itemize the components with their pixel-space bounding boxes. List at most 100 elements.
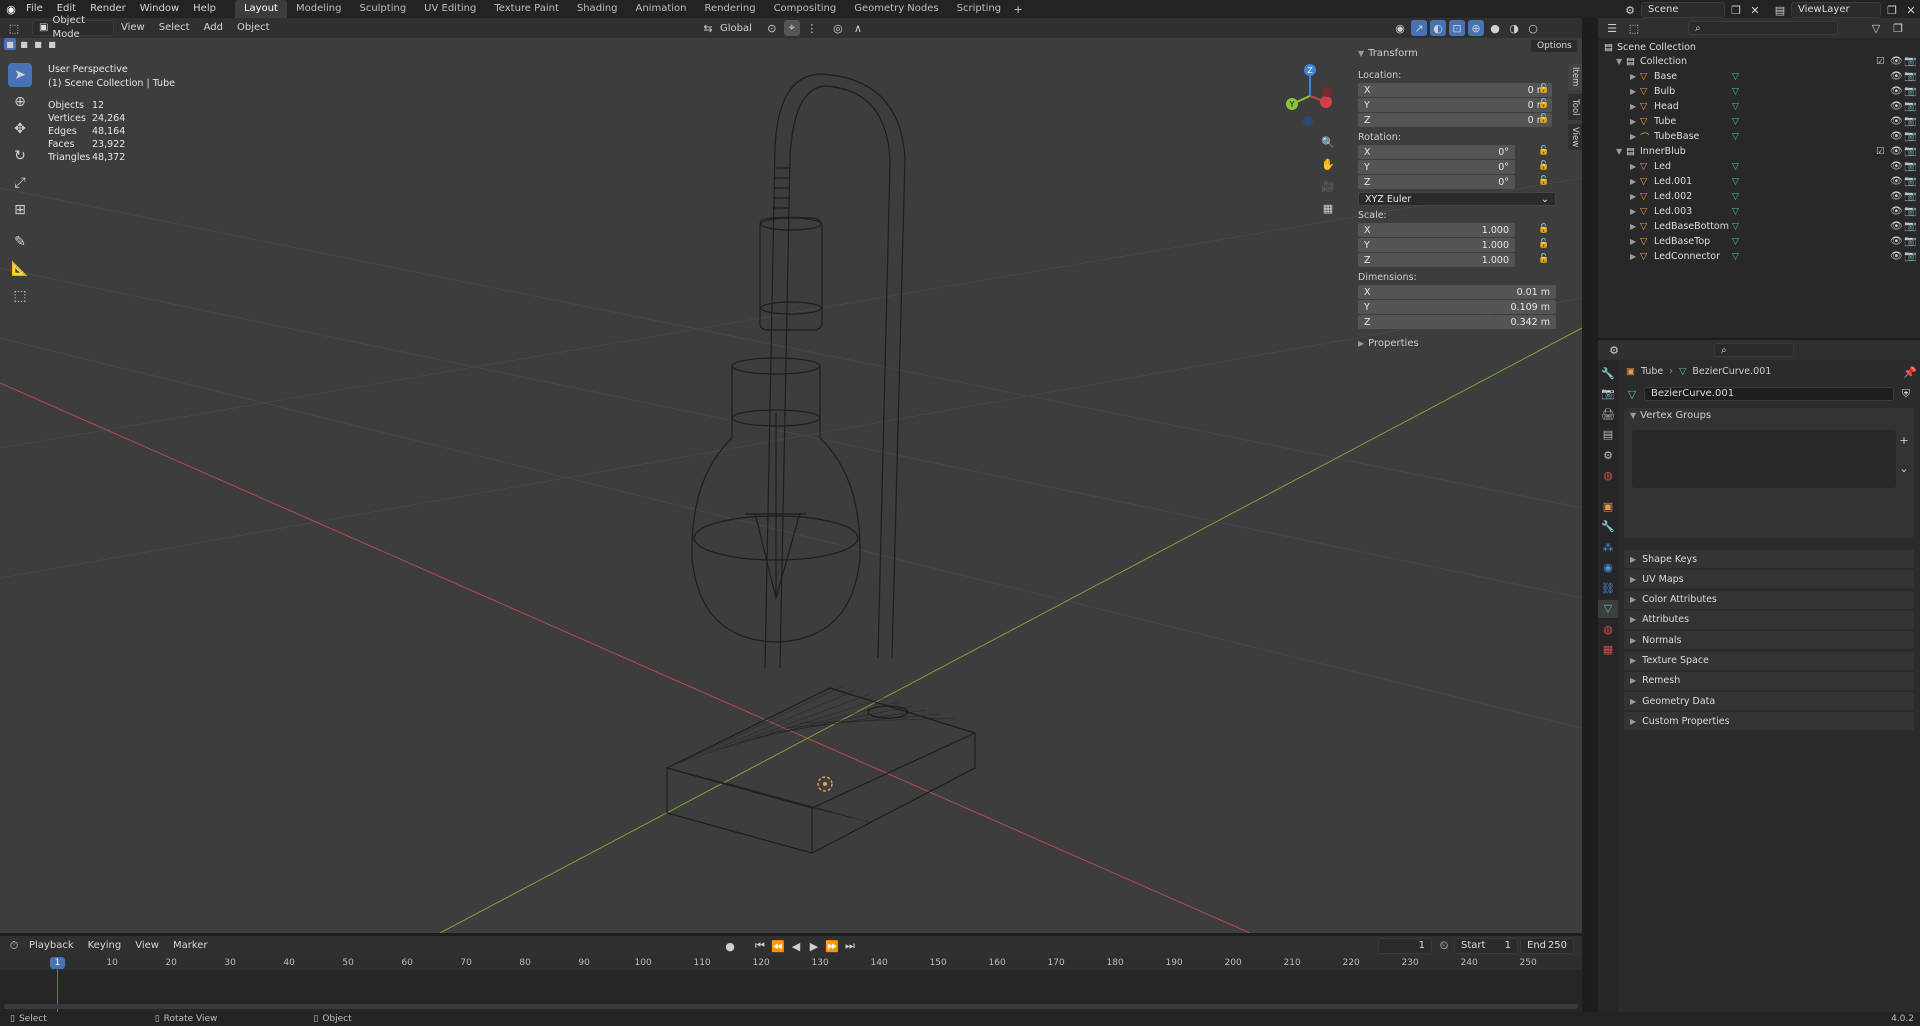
vertex-groups-list[interactable] bbox=[1632, 430, 1896, 488]
rotation-z-field[interactable]: Z 0° bbox=[1358, 175, 1515, 189]
display-mode-icon[interactable]: ⬚ bbox=[1626, 20, 1642, 36]
physics-icon[interactable]: ◉ bbox=[1598, 559, 1618, 577]
property-section[interactable]: ▶ Color Attributes bbox=[1624, 590, 1914, 609]
start-frame-field[interactable]: Start 1 bbox=[1454, 938, 1518, 954]
snap-icon[interactable]: ⌖ bbox=[783, 20, 800, 36]
data-name-field[interactable]: BezierCurve.001 bbox=[1644, 387, 1894, 401]
zoom-icon[interactable]: 🔍 bbox=[1320, 134, 1336, 150]
editor-type-icon[interactable]: ☰ bbox=[1604, 20, 1620, 36]
object-icon[interactable]: ▣ bbox=[1598, 497, 1618, 515]
mesh-data-icon[interactable]: ▽ bbox=[1732, 87, 1739, 97]
play-icon[interactable]: ▶ bbox=[806, 938, 822, 954]
menu-keying[interactable]: Keying bbox=[81, 937, 129, 955]
current-frame-field[interactable]: 1 bbox=[1378, 938, 1432, 954]
chevron-down-icon[interactable]: ▼ bbox=[1616, 57, 1626, 66]
particles-icon[interactable]: ⁂ bbox=[1598, 538, 1618, 556]
jump-start-icon[interactable]: ⏮ bbox=[752, 938, 768, 954]
property-section[interactable]: ▶ Normals bbox=[1624, 631, 1914, 650]
remove-scene-icon[interactable]: ✕ bbox=[1747, 2, 1763, 18]
measure-tool-icon[interactable]: 📐 bbox=[8, 257, 32, 281]
lock-icon[interactable]: 🔓 bbox=[1538, 254, 1549, 264]
end-frame-field[interactable]: End 250 bbox=[1520, 938, 1574, 954]
material-shading-icon[interactable]: ◑ bbox=[1506, 20, 1522, 36]
eye-icon[interactable]: 👁 bbox=[1890, 206, 1903, 217]
fake-user-shield-icon[interactable]: ⛨ bbox=[1898, 386, 1914, 402]
xray-icon[interactable]: ⊡ bbox=[1449, 20, 1465, 36]
select-mode-invert-icon[interactable]: ■ bbox=[46, 38, 58, 50]
camera-icon[interactable]: 📷 bbox=[1904, 71, 1916, 82]
property-section[interactable]: ▶ UV Maps bbox=[1624, 570, 1914, 589]
rotation-mode-dropdown[interactable]: XYZ Euler ⌄ bbox=[1358, 192, 1556, 206]
mesh-data-icon[interactable]: ▽ bbox=[1732, 207, 1739, 217]
remove-view-layer-icon[interactable]: ✕ bbox=[1903, 2, 1919, 18]
proportional-edit-icon[interactable]: ◎ bbox=[830, 20, 846, 36]
location-z-field[interactable]: Z0 m bbox=[1358, 113, 1552, 127]
next-keyframe-icon[interactable]: ⏩ bbox=[824, 938, 840, 954]
outliner-row[interactable]: ▶ ▽ Led.001 ▽ 👁 📷 bbox=[1598, 174, 1920, 189]
outliner-row[interactable]: ▶ ▽ LedBaseTop ▽ 👁 📷 bbox=[1598, 234, 1920, 249]
mesh-data-icon[interactable]: ▽ bbox=[1732, 222, 1739, 232]
camera-icon[interactable]: 📷 bbox=[1904, 56, 1916, 67]
lock-icon[interactable]: 🔓 bbox=[1538, 84, 1549, 94]
tab-scripting[interactable]: Scripting bbox=[948, 0, 1010, 18]
checkbox-icon[interactable]: ☑ bbox=[1876, 146, 1885, 157]
camera-icon[interactable]: 📷 bbox=[1904, 161, 1916, 172]
dropdown-icon[interactable]: ⌄ bbox=[1896, 460, 1912, 476]
record-icon[interactable]: ● bbox=[722, 938, 738, 954]
editor-type-icon[interactable]: ⬚ bbox=[6, 20, 22, 36]
play-reverse-icon[interactable]: ◀ bbox=[788, 938, 804, 954]
properties-panel-header[interactable]: ▶ Properties bbox=[1358, 338, 1419, 349]
curve-data-icon[interactable]: ▽ bbox=[1598, 599, 1618, 618]
menu-playback[interactable]: Playback bbox=[22, 937, 81, 955]
select-mode-extend-icon[interactable]: ■ bbox=[18, 38, 30, 50]
chevron-right-icon[interactable]: ▶ bbox=[1630, 222, 1640, 231]
lock-icon[interactable]: 🔓 bbox=[1538, 114, 1549, 124]
camera-icon[interactable]: 📷 bbox=[1904, 131, 1916, 142]
camera-icon[interactable]: 📷 bbox=[1904, 251, 1916, 262]
tab-modeling[interactable]: Modeling bbox=[287, 0, 351, 18]
chevron-right-icon[interactable]: ▶ bbox=[1630, 72, 1640, 81]
scale-y-field[interactable]: Y 1.000 bbox=[1358, 238, 1515, 252]
property-section[interactable]: ▶ Shape Keys bbox=[1624, 550, 1914, 568]
view-layer-selector[interactable]: ViewLayer bbox=[1791, 2, 1881, 18]
mode-selector[interactable]: ▣ Object Mode bbox=[32, 15, 114, 40]
material-icon[interactable]: ◍ bbox=[1598, 620, 1618, 638]
solid-shading-icon[interactable]: ● bbox=[1487, 20, 1503, 36]
mesh-data-icon[interactable]: ▽ bbox=[1732, 132, 1739, 142]
eye-icon[interactable]: 👁 bbox=[1890, 116, 1903, 127]
render-icon[interactable]: 📷 bbox=[1598, 385, 1618, 403]
menu-help[interactable]: Help bbox=[186, 0, 223, 18]
chevron-right-icon[interactable]: ▶ bbox=[1630, 162, 1640, 171]
location-y-field[interactable]: Y0 m bbox=[1358, 98, 1552, 112]
menu-view[interactable]: View bbox=[114, 19, 152, 37]
world-icon[interactable]: ◍ bbox=[1598, 467, 1618, 485]
playhead-frame-badge[interactable]: 1 bbox=[50, 957, 65, 969]
tab-layout[interactable]: Layout bbox=[234, 0, 287, 18]
mesh-data-icon[interactable]: ▽ bbox=[1732, 192, 1739, 202]
cursor-tool-icon[interactable]: ⊕ bbox=[8, 90, 32, 114]
outliner-search-input[interactable]: ⌕ bbox=[1688, 21, 1838, 35]
mesh-data-icon[interactable]: ▽ bbox=[1732, 102, 1739, 112]
rotate-tool-icon[interactable]: ↻ bbox=[8, 144, 32, 168]
tab-texture-paint[interactable]: Texture Paint bbox=[485, 0, 568, 18]
gizmo-icon[interactable]: ↗ bbox=[1411, 20, 1427, 36]
camera-icon[interactable]: 📷 bbox=[1904, 176, 1916, 187]
chevron-right-icon[interactable]: ▶ bbox=[1630, 207, 1640, 216]
dimensions-x-field[interactable]: X 0.01 m bbox=[1358, 285, 1556, 299]
outliner-row[interactable]: ▶ ▽ Bulb ▽ 👁 📷 bbox=[1598, 84, 1920, 99]
eye-icon[interactable]: 👁 bbox=[1890, 236, 1903, 247]
property-section[interactable]: ▶ Geometry Data bbox=[1624, 692, 1914, 711]
scene-icon[interactable]: ⚙ bbox=[1598, 446, 1618, 464]
menu-object[interactable]: Object bbox=[230, 19, 277, 37]
blender-logo-icon[interactable]: ◉ bbox=[3, 1, 19, 17]
texture-icon[interactable]: ▦ bbox=[1598, 641, 1618, 659]
constraints-icon[interactable]: ⛓ bbox=[1598, 579, 1618, 597]
checkbox-icon[interactable]: ☑ bbox=[1876, 56, 1885, 67]
select-mode-new-icon[interactable]: ■ bbox=[4, 38, 16, 50]
eye-icon[interactable]: 👁 bbox=[1890, 101, 1903, 112]
scale-x-field[interactable]: X 1.000 bbox=[1358, 223, 1515, 237]
camera-icon[interactable]: 📷 bbox=[1904, 221, 1916, 232]
curve-data-icon[interactable]: ▽ bbox=[1624, 386, 1640, 402]
chevron-down-icon[interactable]: ▼ bbox=[1616, 147, 1626, 156]
options-button[interactable]: Options bbox=[1530, 39, 1578, 53]
